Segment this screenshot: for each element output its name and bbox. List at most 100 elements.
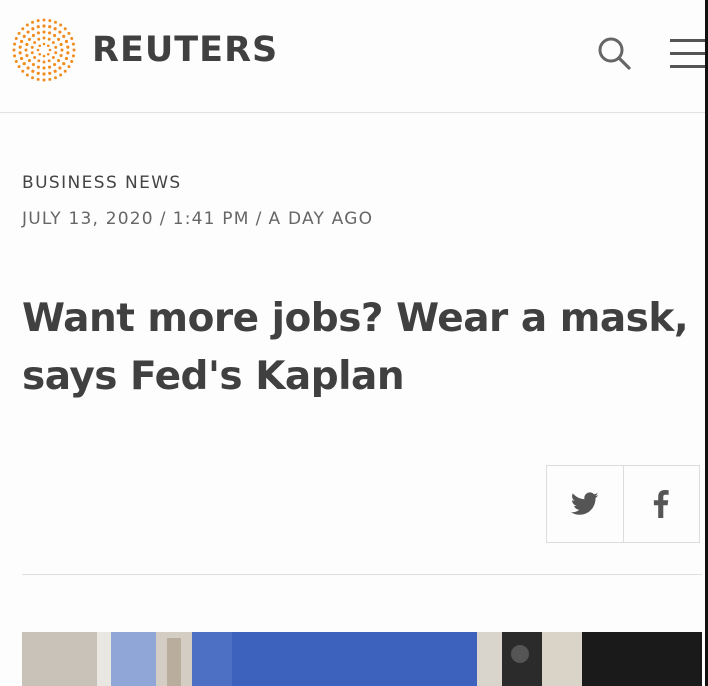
logo-dot [54,51,58,55]
logo-dot [25,73,29,77]
logo-dot [71,54,75,58]
logo-dot [59,54,63,58]
logo-dot [25,54,29,58]
logo-dot [51,56,55,59]
logo-dot [27,37,31,41]
page: REUTERS BUSINESS NEWS JULY 13, 2020/1:41… [0,0,708,686]
logo-dot [22,62,26,66]
logo-dot [42,18,46,22]
logo-dot [59,73,63,77]
logo-dot [21,27,25,31]
article-date: JULY 13, 2020 [22,209,154,229]
logo-dot [63,27,67,31]
logo-dot [36,31,40,35]
content-divider [22,574,702,575]
logo-dot [36,77,40,81]
logo-dot [36,48,40,52]
logo-dot [67,65,71,69]
logo-dot [42,36,46,40]
logo-dot [48,48,52,52]
logo-dot [27,59,31,63]
logo-dot [63,69,67,73]
logo-dot [37,37,41,41]
reuters-logo[interactable] [10,16,78,84]
logo-dot [21,69,25,73]
menu-button[interactable] [668,37,708,71]
logo-dot [57,37,61,41]
logo-dot [48,25,52,29]
logo-dot [12,48,16,52]
logo-dot [46,52,50,56]
logo-dot [24,48,28,52]
logo-dot [18,51,22,55]
logo-dot [64,39,69,44]
logo-dot [48,19,52,23]
logo-dot [66,51,70,55]
site-header: REUTERS [0,0,708,113]
logo-dot [22,34,26,38]
logo-dot [42,42,46,46]
facebook-icon [654,490,669,518]
article-relative-time: A DAY AGO [268,209,374,229]
logo-dot [66,45,70,49]
logo-dot [31,20,35,24]
logo-dot [36,25,40,29]
logo-dot [42,24,46,28]
logo-dot [42,60,46,64]
logo-dot [54,45,58,49]
logo-dot [42,78,46,82]
article-hero-image[interactable] [22,632,702,686]
logo-dot [47,59,51,63]
logo-dot [37,59,41,63]
logo-dot [72,48,76,52]
logo-dot [53,33,57,37]
logo-dot [67,31,71,35]
logo-dot [14,59,18,63]
logo-dot [48,31,52,35]
share-facebook-button[interactable] [622,466,700,542]
logo-dot [62,62,66,66]
logo-dot [13,54,17,58]
logo-dot [47,37,51,41]
logo-dot [25,42,29,46]
article-headline: Want more jobs? Wear a mask, says Fed's … [22,296,689,399]
logo-dot [51,41,55,44]
logo-dot [26,30,30,34]
logo-dot [42,72,46,76]
logo-dot [59,42,63,46]
article-section-label[interactable]: BUSINESS NEWS [22,172,182,194]
logo-dot [30,51,34,55]
brand-wordmark[interactable]: REUTERS [92,28,278,72]
search-button[interactable] [594,34,634,72]
share-bar [546,465,700,543]
logo-dot [13,42,17,46]
logo-dot [58,66,62,70]
logo-dot [48,65,52,69]
logo-dot [48,77,52,81]
logo-dot [59,23,63,27]
article-time: 1:41 PM [172,209,250,229]
logo-dot [36,71,40,75]
logo-dot [42,54,46,58]
twitter-icon [570,492,599,515]
logo-dot [30,45,34,49]
dateline-separator: / [255,209,263,229]
logo-dot [53,20,57,24]
reuters-dot-logo-icon [12,18,76,82]
logo-dot [53,63,57,67]
article-dateline: JULY 13, 2020/1:41 PM / A DAY AGO [22,208,373,230]
logo-dot [17,65,21,69]
logo-dot [62,34,66,38]
logo-dot [36,65,40,69]
share-twitter-button[interactable] [547,466,623,542]
dateline-separator: / [159,209,167,229]
logo-dot [26,66,30,70]
logo-dot [19,56,24,61]
logo-dot [42,30,46,34]
search-icon [598,37,631,70]
logo-dot [53,76,57,80]
logo-dot [18,45,22,49]
logo-dot [71,42,75,46]
logo-dot [46,44,50,48]
logo-dot [58,30,62,34]
